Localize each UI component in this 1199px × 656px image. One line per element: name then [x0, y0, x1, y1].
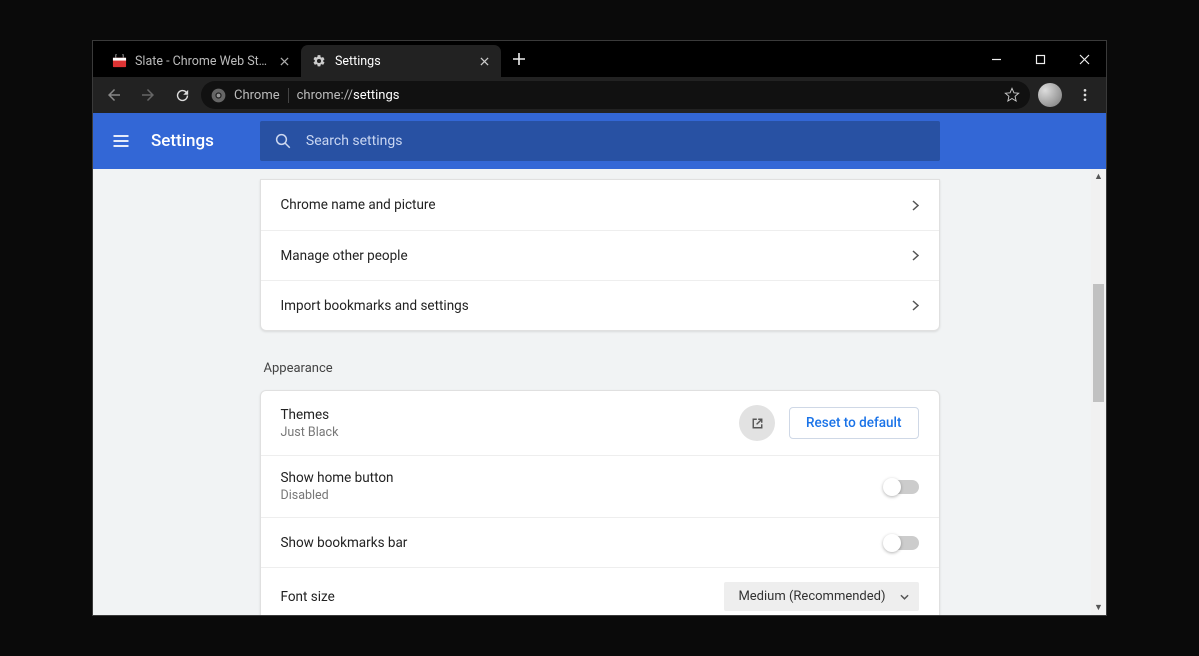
page-title: Settings	[151, 131, 214, 151]
chevron-right-icon	[912, 250, 919, 261]
row-show-home-button: Show home button Disabled	[261, 455, 939, 517]
reset-to-default-button[interactable]: Reset to default	[789, 407, 918, 439]
reload-button[interactable]	[167, 80, 197, 110]
appearance-card: Themes Just Black Reset to default Show …	[260, 390, 940, 615]
minimize-button[interactable]	[974, 41, 1018, 77]
row-chrome-name-picture[interactable]: Chrome name and picture	[261, 180, 939, 230]
titlebar: Slate - Chrome Web Store Settings	[93, 41, 1106, 77]
maximize-button[interactable]	[1018, 41, 1062, 77]
close-button[interactable]	[1062, 41, 1106, 77]
forward-button[interactable]	[133, 80, 163, 110]
row-show-bookmarks-bar: Show bookmarks bar	[261, 517, 939, 567]
gear-icon	[311, 53, 327, 69]
chevron-right-icon	[912, 300, 919, 311]
close-icon[interactable]	[277, 54, 291, 68]
toggle-home-button[interactable]	[885, 480, 919, 494]
profile-avatar[interactable]	[1038, 83, 1062, 107]
chrome-icon	[211, 88, 226, 103]
tab-title: Settings	[335, 54, 469, 69]
settings-scroll[interactable]: Chrome name and picture Manage other peo…	[93, 169, 1106, 615]
scroll-thumb[interactable]	[1093, 284, 1104, 402]
chevron-right-icon	[912, 200, 919, 211]
scroll-down-arrow[interactable]: ▼	[1091, 600, 1106, 615]
row-import-bookmarks[interactable]: Import bookmarks and settings	[261, 280, 939, 330]
scroll-up-arrow[interactable]: ▲	[1091, 169, 1106, 184]
search-input[interactable]	[306, 133, 926, 149]
webstore-icon	[111, 53, 127, 69]
bookmark-star-icon[interactable]	[1004, 87, 1020, 103]
tab-title: Slate - Chrome Web Store	[135, 54, 269, 69]
scrollbar[interactable]: ▲ ▼	[1091, 169, 1106, 615]
new-tab-button[interactable]	[505, 41, 533, 77]
omnibox-chip: Chrome	[234, 88, 289, 103]
tab-strip: Slate - Chrome Web Store Settings	[93, 41, 533, 77]
content-area: Settings Chrome name and picture Manage …	[93, 113, 1106, 615]
back-button[interactable]	[99, 80, 129, 110]
row-font-size: Font size Medium (Recommended)	[261, 567, 939, 615]
settings-header: Settings	[93, 113, 1106, 169]
window-controls	[974, 41, 1106, 77]
font-size-select[interactable]: Medium (Recommended)	[724, 582, 918, 611]
tab-webstore[interactable]: Slate - Chrome Web Store	[101, 45, 301, 77]
tab-settings[interactable]: Settings	[301, 45, 501, 77]
search-icon	[274, 132, 292, 150]
hamburger-icon[interactable]	[109, 129, 133, 153]
row-themes: Themes Just Black Reset to default	[261, 391, 939, 455]
row-manage-people[interactable]: Manage other people	[261, 230, 939, 280]
dropdown-caret-icon	[900, 594, 909, 600]
omnibox[interactable]: Chrome chrome://settings	[201, 81, 1030, 109]
section-title-appearance: Appearance	[264, 361, 940, 376]
toolbar: Chrome chrome://settings	[93, 77, 1106, 113]
close-icon[interactable]	[477, 54, 491, 68]
open-external-icon[interactable]	[739, 405, 775, 441]
toggle-bookmarks-bar[interactable]	[885, 536, 919, 550]
search-box[interactable]	[260, 121, 940, 161]
browser-window: Slate - Chrome Web Store Settings	[92, 40, 1107, 616]
people-card: Chrome name and picture Manage other peo…	[260, 179, 940, 331]
menu-button[interactable]	[1070, 80, 1100, 110]
omnibox-url: chrome://settings	[297, 88, 400, 103]
